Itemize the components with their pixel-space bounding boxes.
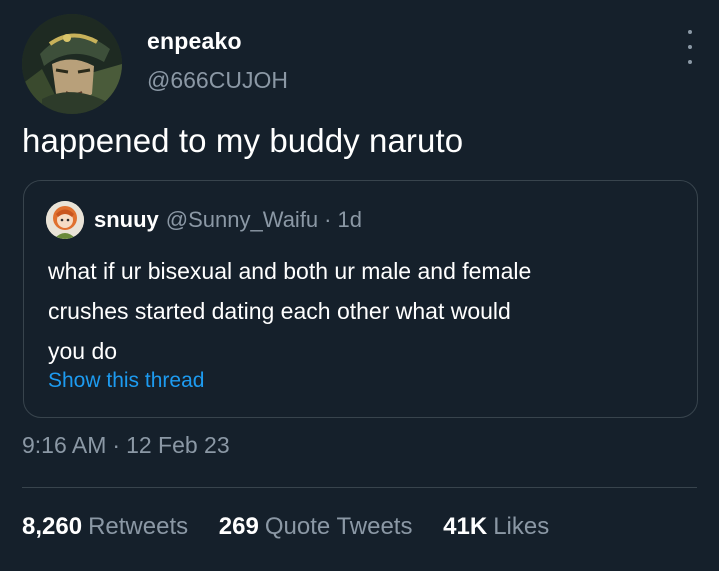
retweets-stat[interactable]: 8,260 Retweets	[22, 513, 188, 541]
retweets-count: 8,260	[22, 513, 83, 540]
quoted-tweet-text: what if ur bisexual and both ur male and…	[48, 251, 678, 371]
likes-stat[interactable]: 41K Likes	[443, 513, 549, 541]
quoted-text-line: what if ur bisexual and both ur male and…	[48, 258, 532, 284]
author-handle[interactable]: @666CUJOH	[147, 67, 288, 94]
dot	[688, 60, 692, 64]
quoted-time[interactable]: 1d	[338, 207, 362, 233]
tweet-stats: 8,260 Retweets 269 Quote Tweets 41K Likes	[22, 513, 573, 541]
quoted-text-line: crushes started dating each other what w…	[48, 298, 511, 324]
quoted-author-avatar[interactable]	[46, 201, 84, 239]
dot	[688, 30, 692, 34]
show-thread-link[interactable]: Show this thread	[48, 369, 204, 393]
author-names: enpeako @666CUJOH	[147, 28, 288, 94]
quoted-tweet[interactable]: snuuy @Sunny_Waifu · 1d what if ur bisex…	[23, 180, 698, 418]
quoted-text-line: you do	[48, 338, 118, 364]
more-options-icon[interactable]	[680, 30, 700, 64]
orange-hair-avatar-icon	[46, 201, 84, 239]
anime-character-avatar-icon	[22, 14, 122, 114]
tweet-timestamp[interactable]: 9:16 AM · 12 Feb 23	[22, 432, 230, 459]
quoted-tweet-header: snuuy @Sunny_Waifu · 1d	[46, 201, 362, 239]
quote-tweets-stat[interactable]: 269 Quote Tweets	[219, 513, 413, 541]
retweets-label: Retweets	[88, 513, 189, 540]
tweet-header: enpeako @666CUJOH	[22, 14, 702, 114]
author-avatar[interactable]	[22, 14, 122, 114]
quote-tweets-count: 269	[218, 513, 259, 540]
tweet-time: 9:16 AM	[22, 432, 107, 458]
quoted-handle[interactable]: @Sunny_Waifu	[166, 207, 318, 233]
timestamp-separator: ·	[112, 432, 121, 458]
quoted-separator: ·	[324, 207, 332, 232]
likes-count: 41K	[443, 513, 488, 540]
tweet-text: happened to my buddy naruto	[22, 122, 464, 159]
author-display-name[interactable]: enpeako	[147, 28, 288, 55]
divider	[22, 487, 697, 488]
quoted-display-name[interactable]: snuuy	[94, 207, 159, 233]
tweet-date: 12 Feb 23	[126, 432, 230, 458]
quote-tweets-label: Quote Tweets	[264, 513, 413, 540]
dot	[688, 45, 692, 49]
likes-label: Likes	[493, 513, 550, 540]
